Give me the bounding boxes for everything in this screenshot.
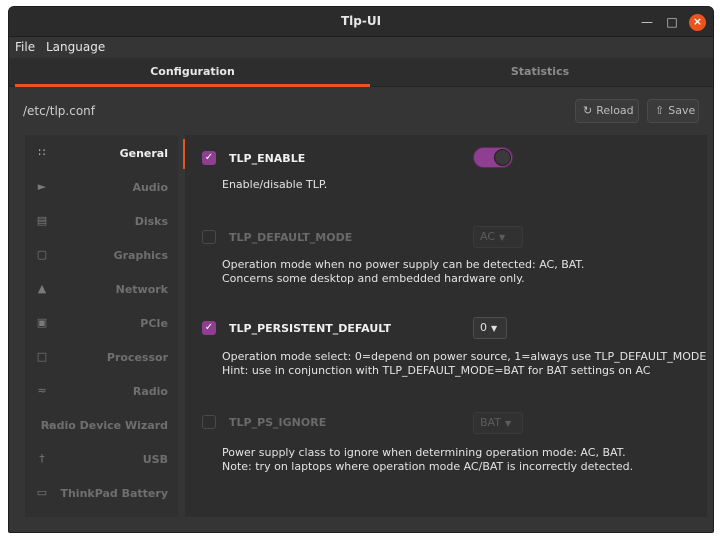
sidebar-item-label: Radio (132, 385, 168, 398)
sidebar-item-radio[interactable]: ≈ Radio (25, 375, 178, 409)
wifi-icon: ≈ (37, 384, 47, 397)
settings-panel: ✓ TLP_ENABLE Enable/disable TLP. TLP_DEF… (185, 135, 707, 517)
menu-bar: File Language (9, 37, 713, 57)
select-value: AC (480, 230, 496, 243)
chip-icon: ▣ (36, 316, 48, 329)
select-value: BAT (480, 416, 501, 429)
tlp-default-mode-description-1: Operation mode when no power supply can … (222, 258, 585, 271)
tlp-default-mode-description-2: Concerns some desktop and embedded hardw… (222, 272, 525, 285)
sidebar-item-label: Network (115, 283, 168, 296)
disk-icon: ▤ (36, 214, 48, 227)
tlp-default-mode-checkbox[interactable] (202, 230, 216, 244)
chevron-down-icon: ▼ (499, 233, 506, 242)
tlp-default-mode-select[interactable]: AC ▼ (473, 226, 523, 248)
tlp-persistent-default-select[interactable]: 0 ▼ (473, 317, 507, 339)
tab-bar: Configuration Statistics (9, 58, 713, 87)
sidebar-item-label: USB (142, 453, 168, 466)
speaker-icon: ► (37, 180, 47, 193)
tlp-enable-name: TLP_ENABLE (229, 152, 306, 165)
tlp-persistent-default-description-2: Hint: use in conjunction with TLP_DEFAUL… (222, 364, 651, 377)
close-icon[interactable]: × (689, 14, 706, 31)
sidebar-item-radio-device-wizard[interactable]: — Radio Device Wizard (25, 409, 178, 443)
config-file-path: /etc/tlp.conf (23, 104, 96, 118)
network-icon: ▲ (37, 282, 47, 295)
menu-language[interactable]: Language (46, 40, 105, 54)
sidebar-item-label: Audio (132, 181, 168, 194)
sidebar-item-label: PCIe (140, 317, 168, 330)
sidebar-item-graphics[interactable]: ▢ Graphics (25, 239, 178, 273)
reload-icon: ↻ (583, 104, 593, 117)
tlp-persistent-default-description-1: Operation mode select: 0=depend on power… (222, 350, 707, 363)
save-icon: ⇧ (655, 104, 665, 117)
sidebar-item-pcie[interactable]: ▣ PCIe (25, 307, 178, 341)
tlp-enable-toggle[interactable] (473, 147, 513, 168)
tlp-ps-ignore-checkbox[interactable] (202, 415, 216, 429)
tlp-enable-checkbox[interactable]: ✓ (202, 151, 216, 165)
save-label: Save (668, 104, 696, 117)
grid-icon: ∷ (38, 146, 46, 159)
tlp-ps-ignore-name: TLP_PS_IGNORE (229, 416, 327, 429)
sidebar-item-label: Radio Device Wizard (40, 419, 168, 432)
maximize-icon[interactable]: □ (662, 12, 682, 32)
usb-icon: † (39, 452, 45, 465)
tlp-default-mode-name: TLP_DEFAULT_MODE (229, 231, 353, 244)
chevron-down-icon: ▼ (491, 324, 498, 333)
battery-icon: ▭ (36, 486, 48, 499)
toggle-knob (494, 149, 511, 166)
app-window: Tlp-UI — □ × File Language Configuration… (8, 6, 714, 533)
reload-button[interactable]: ↻ Reload (575, 99, 639, 123)
sidebar-item-label: General (119, 147, 168, 160)
reload-label: Reload (596, 104, 634, 117)
minimize-icon[interactable]: — (637, 12, 657, 32)
tab-configuration[interactable]: Configuration (15, 58, 370, 87)
sidebar-item-processor[interactable]: □ Processor (25, 341, 178, 375)
sidebar-item-network[interactable]: ▲ Network (25, 273, 178, 307)
window-title: Tlp-UI (340, 14, 382, 28)
sidebar-item-audio[interactable]: ► Audio (25, 171, 178, 205)
sidebar-item-thinkpad-battery[interactable]: ▭ ThinkPad Battery (25, 477, 178, 511)
tab-statistics[interactable]: Statistics (370, 58, 710, 87)
sidebar-item-label: Processor (106, 351, 168, 364)
sidebar-item-general[interactable]: ∷ General (25, 137, 185, 171)
processor-icon: □ (36, 350, 48, 363)
tlp-enable-description: Enable/disable TLP. (222, 178, 328, 191)
menu-file[interactable]: File (15, 40, 35, 54)
sidebar: ∷ General ► Audio ▤ Disks ▢ Graphics ▲ Networ… (25, 135, 185, 517)
sidebar-item-usb[interactable]: † USB (25, 443, 178, 477)
tlp-ps-ignore-description-2: Note: try on laptops where operation mod… (222, 460, 634, 473)
sidebar-item-label: ThinkPad Battery (60, 487, 168, 500)
chevron-down-icon: ▼ (504, 419, 512, 428)
save-button[interactable]: ⇧ Save (647, 99, 699, 123)
title-bar[interactable]: Tlp-UI — □ × (9, 7, 713, 37)
sidebar-item-disks[interactable]: ▤ Disks (25, 205, 178, 239)
select-value: 0 (480, 321, 487, 334)
tlp-persistent-default-name: TLP_PERSISTENT_DEFAULT (229, 322, 391, 335)
tlp-ps-ignore-select[interactable]: BAT ▼ (473, 412, 523, 434)
sidebar-item-label: Graphics (113, 249, 168, 262)
monitor-icon: ▢ (36, 248, 48, 261)
tlp-ps-ignore-description-1: Power supply class to ignore when determ… (222, 446, 626, 459)
tlp-persistent-default-checkbox[interactable]: ✓ (202, 321, 216, 335)
sidebar-item-label: Disks (134, 215, 168, 228)
